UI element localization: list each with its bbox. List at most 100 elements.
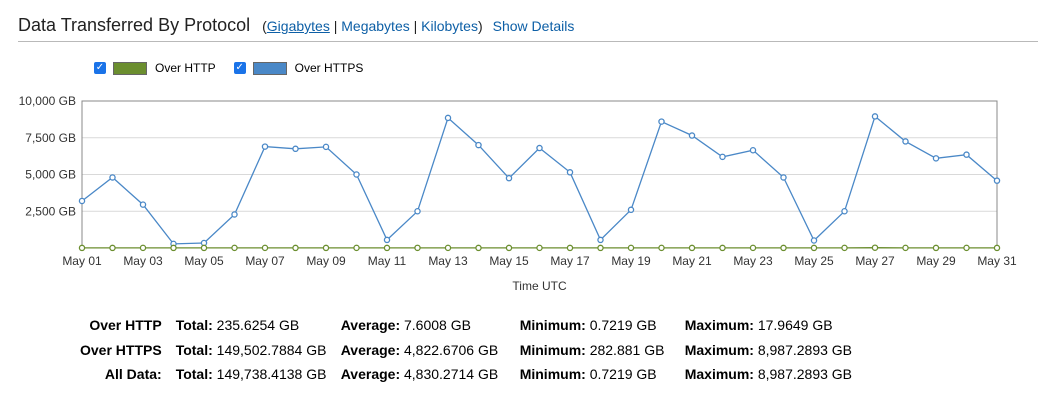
data-point-http bbox=[902, 244, 909, 252]
chart-legend: ✓ Over HTTP ✓ Over HTTPS bbox=[94, 61, 381, 75]
x-tick-label: May 03 bbox=[123, 254, 163, 268]
stats-total: Total: 235.6254 GB bbox=[175, 317, 300, 334]
summary-stats-table: Over HTTP Total: 235.6254 GB Average: 7.60… bbox=[80, 313, 859, 387]
data-point-https bbox=[383, 236, 391, 244]
x-tick-label: May 19 bbox=[611, 254, 651, 268]
x-tick-label: May 27 bbox=[855, 254, 895, 268]
data-point-http bbox=[536, 244, 543, 252]
data-point-http bbox=[841, 244, 848, 252]
data-point-http bbox=[566, 244, 574, 252]
data-point-https bbox=[780, 174, 787, 181]
unit-separator: | bbox=[413, 18, 418, 34]
checkbox-checked-icon[interactable]: ✓ bbox=[233, 62, 246, 74]
legend-label-https: Over HTTPS bbox=[294, 61, 364, 75]
data-point-http bbox=[322, 244, 330, 252]
data-point-https bbox=[353, 171, 360, 178]
data-point-http bbox=[749, 244, 757, 252]
legend-swatch-https bbox=[252, 61, 287, 75]
y-tick-label: 10,000 GB bbox=[19, 94, 76, 108]
data-point-http bbox=[353, 244, 360, 252]
x-tick-label: May 23 bbox=[733, 254, 773, 268]
legend-swatch-http bbox=[113, 61, 147, 75]
stats-row: All Data: Total: 149,738.4138 GB Average: … bbox=[80, 362, 859, 387]
x-tick-label: May 25 bbox=[794, 254, 834, 268]
data-point-http bbox=[200, 244, 208, 252]
show-details-link[interactable]: Show Details bbox=[493, 18, 575, 34]
data-point-https bbox=[139, 201, 147, 208]
data-point-https bbox=[505, 174, 513, 182]
legend-item-http[interactable]: ✓ Over HTTP bbox=[94, 61, 216, 75]
data-point-http bbox=[109, 244, 116, 252]
y-tick-label: 2,500 GB bbox=[25, 204, 76, 218]
data-point-https bbox=[810, 237, 818, 244]
data-point-https bbox=[231, 211, 238, 218]
data-point-http bbox=[475, 244, 482, 252]
stats-maximum: Maximum: 8,987.2893 GB bbox=[684, 366, 853, 383]
chart-header: Data Transferred By Protocol (Gigabytes … bbox=[18, 15, 1038, 42]
x-tick-label: May 01 bbox=[62, 254, 102, 268]
checkbox-checked-icon[interactable]: ✓ bbox=[94, 62, 106, 74]
x-tick-label: May 15 bbox=[489, 254, 529, 268]
data-point-https bbox=[414, 208, 421, 215]
data-point-http bbox=[780, 244, 787, 252]
stats-minimum: Minimum: 0.7219 GB bbox=[519, 317, 657, 334]
stats-row: Over HTTPS Total: 149,502.7884 GB Average:… bbox=[80, 338, 859, 363]
data-point-https bbox=[78, 197, 86, 205]
data-point-https bbox=[749, 146, 757, 154]
data-point-https bbox=[719, 153, 726, 161]
data-point-https bbox=[566, 169, 574, 176]
data-point-https bbox=[475, 141, 482, 149]
unit-megabytes-link[interactable]: Megabytes bbox=[341, 18, 409, 34]
y-tick-label: 5,000 GB bbox=[25, 168, 76, 182]
stats-minimum: Minimum: 0.7219 GB bbox=[519, 366, 657, 383]
x-tick-label: May 05 bbox=[184, 254, 224, 268]
series-line-https bbox=[81, 115, 998, 245]
data-point-https bbox=[993, 177, 1001, 184]
data-point-https bbox=[261, 143, 269, 150]
data-point-https bbox=[444, 114, 452, 122]
data-point-https bbox=[841, 208, 848, 215]
stats-row-label: All Data: bbox=[104, 366, 162, 383]
data-point-http bbox=[963, 244, 970, 252]
paren-close: ) bbox=[477, 18, 483, 34]
data-point-http bbox=[444, 244, 452, 252]
stats-total: Total: 149,502.7884 GB bbox=[175, 341, 327, 358]
stats-maximum: Maximum: 17.9649 GB bbox=[684, 317, 833, 334]
data-point-http bbox=[658, 244, 665, 252]
data-point-https bbox=[536, 144, 543, 152]
stats-total: Total: 149,738.4138 GB bbox=[175, 366, 327, 383]
y-tick-label: 7,500 GB bbox=[25, 131, 76, 145]
data-point-https bbox=[597, 236, 604, 244]
data-point-http bbox=[383, 244, 391, 252]
x-axis-label: Time UTC bbox=[512, 279, 567, 293]
stats-average: Average: 4,822.6706 GB bbox=[340, 341, 499, 358]
unit-selector: (Gigabytes | Megabytes | Kilobytes) bbox=[262, 18, 483, 34]
stats-minimum: Minimum: 282.881 GB bbox=[519, 341, 665, 358]
data-point-http bbox=[993, 244, 1001, 252]
stats-row-label: Over HTTP bbox=[89, 317, 162, 334]
data-point-https bbox=[322, 143, 330, 151]
data-point-http bbox=[78, 244, 86, 252]
data-point-https bbox=[658, 118, 665, 125]
data-point-http bbox=[170, 244, 177, 252]
unit-kilobytes-link[interactable]: Kilobytes bbox=[421, 18, 478, 34]
data-point-http bbox=[414, 244, 421, 252]
data-point-https bbox=[902, 138, 909, 145]
data-point-http bbox=[139, 244, 147, 252]
data-point-http bbox=[505, 244, 513, 252]
data-point-https bbox=[871, 113, 879, 120]
data-point-http bbox=[627, 244, 635, 252]
data-point-http bbox=[292, 244, 299, 252]
legend-item-https[interactable]: ✓ Over HTTPS bbox=[233, 61, 364, 75]
x-tick-label: May 29 bbox=[916, 254, 956, 268]
data-point-http bbox=[810, 244, 818, 252]
page-title: Data Transferred By Protocol bbox=[18, 15, 251, 35]
x-tick-label: May 17 bbox=[550, 254, 590, 268]
unit-gigabytes-link[interactable]: Gigabytes bbox=[267, 18, 330, 34]
data-point-https bbox=[932, 155, 940, 162]
x-tick-label: May 13 bbox=[428, 254, 468, 268]
data-point-http bbox=[261, 244, 269, 252]
x-tick-label: May 07 bbox=[245, 254, 285, 268]
data-point-https bbox=[688, 132, 696, 139]
data-point-http bbox=[688, 244, 696, 252]
